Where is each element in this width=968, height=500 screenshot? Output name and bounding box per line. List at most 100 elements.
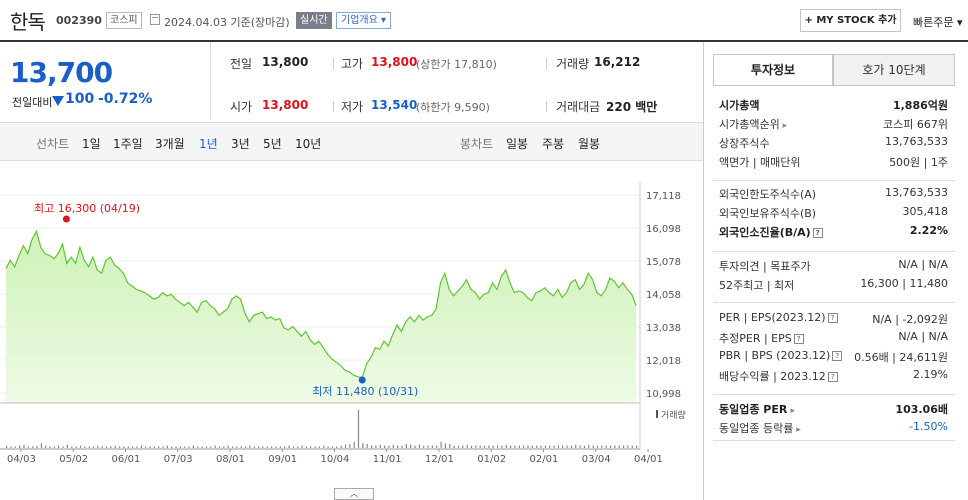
help-icon[interactable]: ? <box>827 372 838 382</box>
volume-bar <box>123 446 125 448</box>
realtime-button[interactable]: 실시간 <box>296 12 332 29</box>
caret-right-icon[interactable]: ▸ <box>793 425 801 435</box>
add-my-stock-button[interactable]: + MY STOCK 추가 <box>800 9 901 32</box>
divider <box>546 101 547 112</box>
candle-monthly[interactable]: 월봉 <box>578 135 600 152</box>
low-label: 저가 <box>341 100 364 114</box>
y-tick-label: 12,018 <box>646 356 681 367</box>
invest-row: 투자의견 | 목표주가 N/A | N/A <box>719 258 948 275</box>
invest-row-value: N/A | -2,092원 <box>872 313 948 326</box>
help-icon[interactable]: ? <box>812 228 823 238</box>
volume-bar <box>479 445 481 448</box>
period-10y[interactable]: 10년 <box>295 135 321 152</box>
tab-invest-info[interactable]: 투자정보 <box>713 54 833 86</box>
open-label: 시가 <box>230 100 253 114</box>
section-divider <box>713 180 955 181</box>
volume-bar <box>583 445 586 448</box>
volume-bar <box>366 444 368 448</box>
period-5y[interactable]: 5년 <box>263 135 282 152</box>
invest-row-value: 13,763,533 <box>885 186 948 199</box>
period-1w[interactable]: 1주일 <box>113 135 143 152</box>
volume-bar <box>14 446 16 448</box>
current-price: 13,700 <box>10 56 113 89</box>
caret-right-icon[interactable]: ▸ <box>787 406 795 416</box>
candle-weekly[interactable]: 주봉 <box>542 135 564 152</box>
y-tick-label: 16,098 <box>646 224 681 235</box>
volume-bar <box>275 446 277 448</box>
volume-bar <box>10 446 12 448</box>
volume-bar <box>205 446 208 448</box>
volume-bar <box>27 446 29 448</box>
period-1d[interactable]: 1일 <box>82 135 101 152</box>
tab-orderbook[interactable]: 호가 10단계 <box>833 54 955 86</box>
volume-bar <box>336 446 338 448</box>
volume-bar <box>188 446 190 448</box>
amount-value: 220 백만 <box>606 100 658 114</box>
period-3y[interactable]: 3년 <box>231 135 250 152</box>
amount-label: 거래대금 <box>556 100 601 114</box>
invest-row-label[interactable]: 동일업종 PER ▸ <box>719 401 795 417</box>
chevron-up-icon[interactable]: ︿ <box>334 488 374 500</box>
invest-row-label: 추정PER | EPS? <box>719 330 804 346</box>
help-icon[interactable]: ? <box>827 313 838 323</box>
volume-value: 16,212 <box>594 55 641 69</box>
down-triangle-icon <box>52 96 64 106</box>
volume-bar <box>240 446 242 448</box>
period-3m[interactable]: 3개월 <box>155 135 185 152</box>
volume-bar <box>132 446 134 448</box>
invest-row: 시가총액 1,886억원 <box>719 97 948 114</box>
x-tick-label: 03/04 <box>582 454 611 465</box>
company-overview-dropdown[interactable]: 기업개요 ▾ <box>336 12 391 29</box>
quick-order-dropdown[interactable]: 빠른주문 ▾ <box>913 14 963 30</box>
volume-bar <box>214 445 216 448</box>
invest-row-value: 16,300 | 11,480 <box>860 277 948 290</box>
volume-bar <box>570 445 572 448</box>
y-tick-label: 17,118 <box>646 191 681 202</box>
x-tick-label: 08/01 <box>216 454 245 465</box>
invest-row-label: 외국인보유주식수(B) <box>719 207 817 220</box>
invest-row-label[interactable]: 동일업종 등락률 ▸ <box>719 420 801 436</box>
volume-bar <box>266 446 268 448</box>
invest-row-value: N/A | N/A <box>898 330 948 343</box>
candle-daily[interactable]: 일봉 <box>506 135 528 152</box>
invest-row-label[interactable]: 시가총액순위 ▸ <box>719 116 787 132</box>
invest-row-label: 상장주식수 <box>719 137 770 150</box>
volume-bar <box>179 446 181 448</box>
volume-bar <box>158 446 160 448</box>
invest-row-value: -1.50% <box>909 420 948 433</box>
volume-bar <box>505 444 507 448</box>
volume-bar <box>271 446 273 448</box>
period-1y[interactable]: 1년 <box>199 135 218 152</box>
y-tick-label: 13,038 <box>646 323 681 334</box>
volume-bar <box>401 445 403 448</box>
volume-bar <box>45 445 47 448</box>
volume-bar <box>431 445 433 448</box>
volume-bar <box>119 446 121 448</box>
volume-bar <box>97 445 99 448</box>
help-icon[interactable]: ? <box>832 351 843 361</box>
caret-right-icon[interactable]: ▸ <box>780 121 788 131</box>
volume-bar <box>310 446 312 448</box>
volume-bar <box>362 443 364 449</box>
help-icon[interactable]: ? <box>793 334 804 344</box>
volume-bar <box>549 445 551 448</box>
invest-row-label: 액면가 | 매매단위 <box>719 156 801 169</box>
high-label: 고가 <box>341 57 364 71</box>
volume-bar <box>53 446 55 448</box>
volume-bar <box>449 444 451 448</box>
volume-bar <box>249 445 251 448</box>
volume-bar <box>58 445 60 448</box>
stock-name: 한독 <box>10 10 46 34</box>
volume-bar <box>262 446 264 448</box>
x-tick-label: 06/01 <box>112 454 141 465</box>
volume-bar <box>236 446 238 448</box>
volume-bar <box>140 445 142 448</box>
invest-row-value: 103.06배 <box>895 403 948 416</box>
volume-bar <box>614 445 616 448</box>
volume-bar <box>475 445 477 448</box>
invest-row-label: 시가총액 <box>719 99 760 112</box>
invest-row: 외국인보유주식수(B) 305,418 <box>719 205 948 222</box>
volume-bar <box>210 446 212 448</box>
volume-bar <box>71 446 73 448</box>
invest-row-value: 코스피 667위 <box>883 118 948 131</box>
